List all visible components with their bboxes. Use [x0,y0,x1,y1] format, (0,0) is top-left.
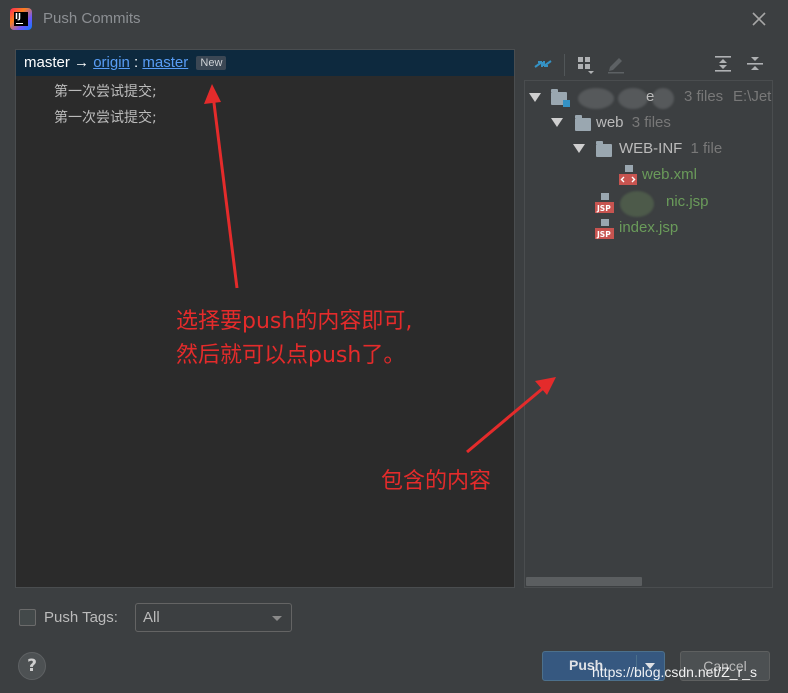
remote-link[interactable]: origin [93,54,130,71]
branch-row[interactable]: master → origin : master New [16,50,514,76]
chevron-down-icon[interactable] [573,144,585,153]
folder-icon [596,141,612,157]
chevron-down-icon[interactable] [551,118,563,127]
annotation-select-line1: 选择要push的内容即可, [176,309,413,334]
redacted-blur [618,88,648,109]
jsp-icon-label: JSP [596,204,611,213]
annotation-contents: 包含的内容 [381,469,492,494]
chevron-down-icon[interactable] [529,93,541,102]
push-tags-label: Push Tags: [44,609,118,626]
tree-root-count: 3 files [684,88,724,105]
source-branch: master [24,54,70,71]
watermark: https://blog.csdn.net/Z_r_s [592,664,757,680]
toolbar-divider [564,54,565,76]
help-button[interactable]: ? [18,652,46,680]
redacted-blur [652,88,674,109]
tree-folder-web[interactable]: web 3 files [596,112,671,134]
jsp-icon-label: JSP [596,230,611,239]
redacted-blur [578,88,614,109]
expand-arrows-icon[interactable] [533,54,553,74]
redacted-blur [620,191,654,217]
tree-root-row[interactable]: e [646,86,654,108]
push-tags-checkbox[interactable] [19,609,36,626]
tree-root-path: E:\Jet [733,88,772,105]
collapse-all-icon[interactable] [745,54,765,74]
tags-select-value: All [143,609,160,626]
arrow-icon: → [74,54,90,71]
jsp-file-icon: JSP [595,193,614,213]
folder-count: 1 file [690,140,723,157]
folder-icon [575,115,591,131]
remote-separator: : [134,54,139,71]
jsp-file-icon: JSP [595,219,614,239]
intellij-logo-icon: IJ [10,8,32,30]
window-title: Push Commits [43,10,141,27]
annotation-select-line2: 然后就可以点push了。 [176,343,406,368]
tree-file-index-jsp[interactable]: index.jsp [619,217,678,239]
new-badge: New [196,56,227,70]
edit-pencil-icon[interactable] [606,55,626,75]
tags-select[interactable]: All [135,603,292,632]
tree-root-label: e [646,88,655,105]
close-icon[interactable] [749,9,769,29]
title-bar: IJ Push Commits [0,0,788,38]
commit-item[interactable]: 第一次尝试提交; [54,81,157,101]
folder-label: WEB-INF [619,140,683,157]
horizontal-scrollbar[interactable] [526,577,642,586]
xml-file-icon [619,165,637,185]
module-badge-icon [563,100,570,107]
tree-folder-webinf[interactable]: WEB-INF 1 file [619,138,722,160]
folder-count: 3 files [631,114,671,131]
tree-file-nic-jsp[interactable]: nic.jsp [666,191,709,213]
chevron-down-icon [272,616,282,621]
tree-file-web-xml[interactable]: web.xml [642,164,697,186]
target-branch-link[interactable]: master [142,54,188,71]
commit-item[interactable]: 第一次尝试提交; [54,107,157,127]
group-by-icon[interactable] [576,55,596,75]
expand-all-icon[interactable] [713,54,733,74]
folder-label: web [596,114,624,131]
